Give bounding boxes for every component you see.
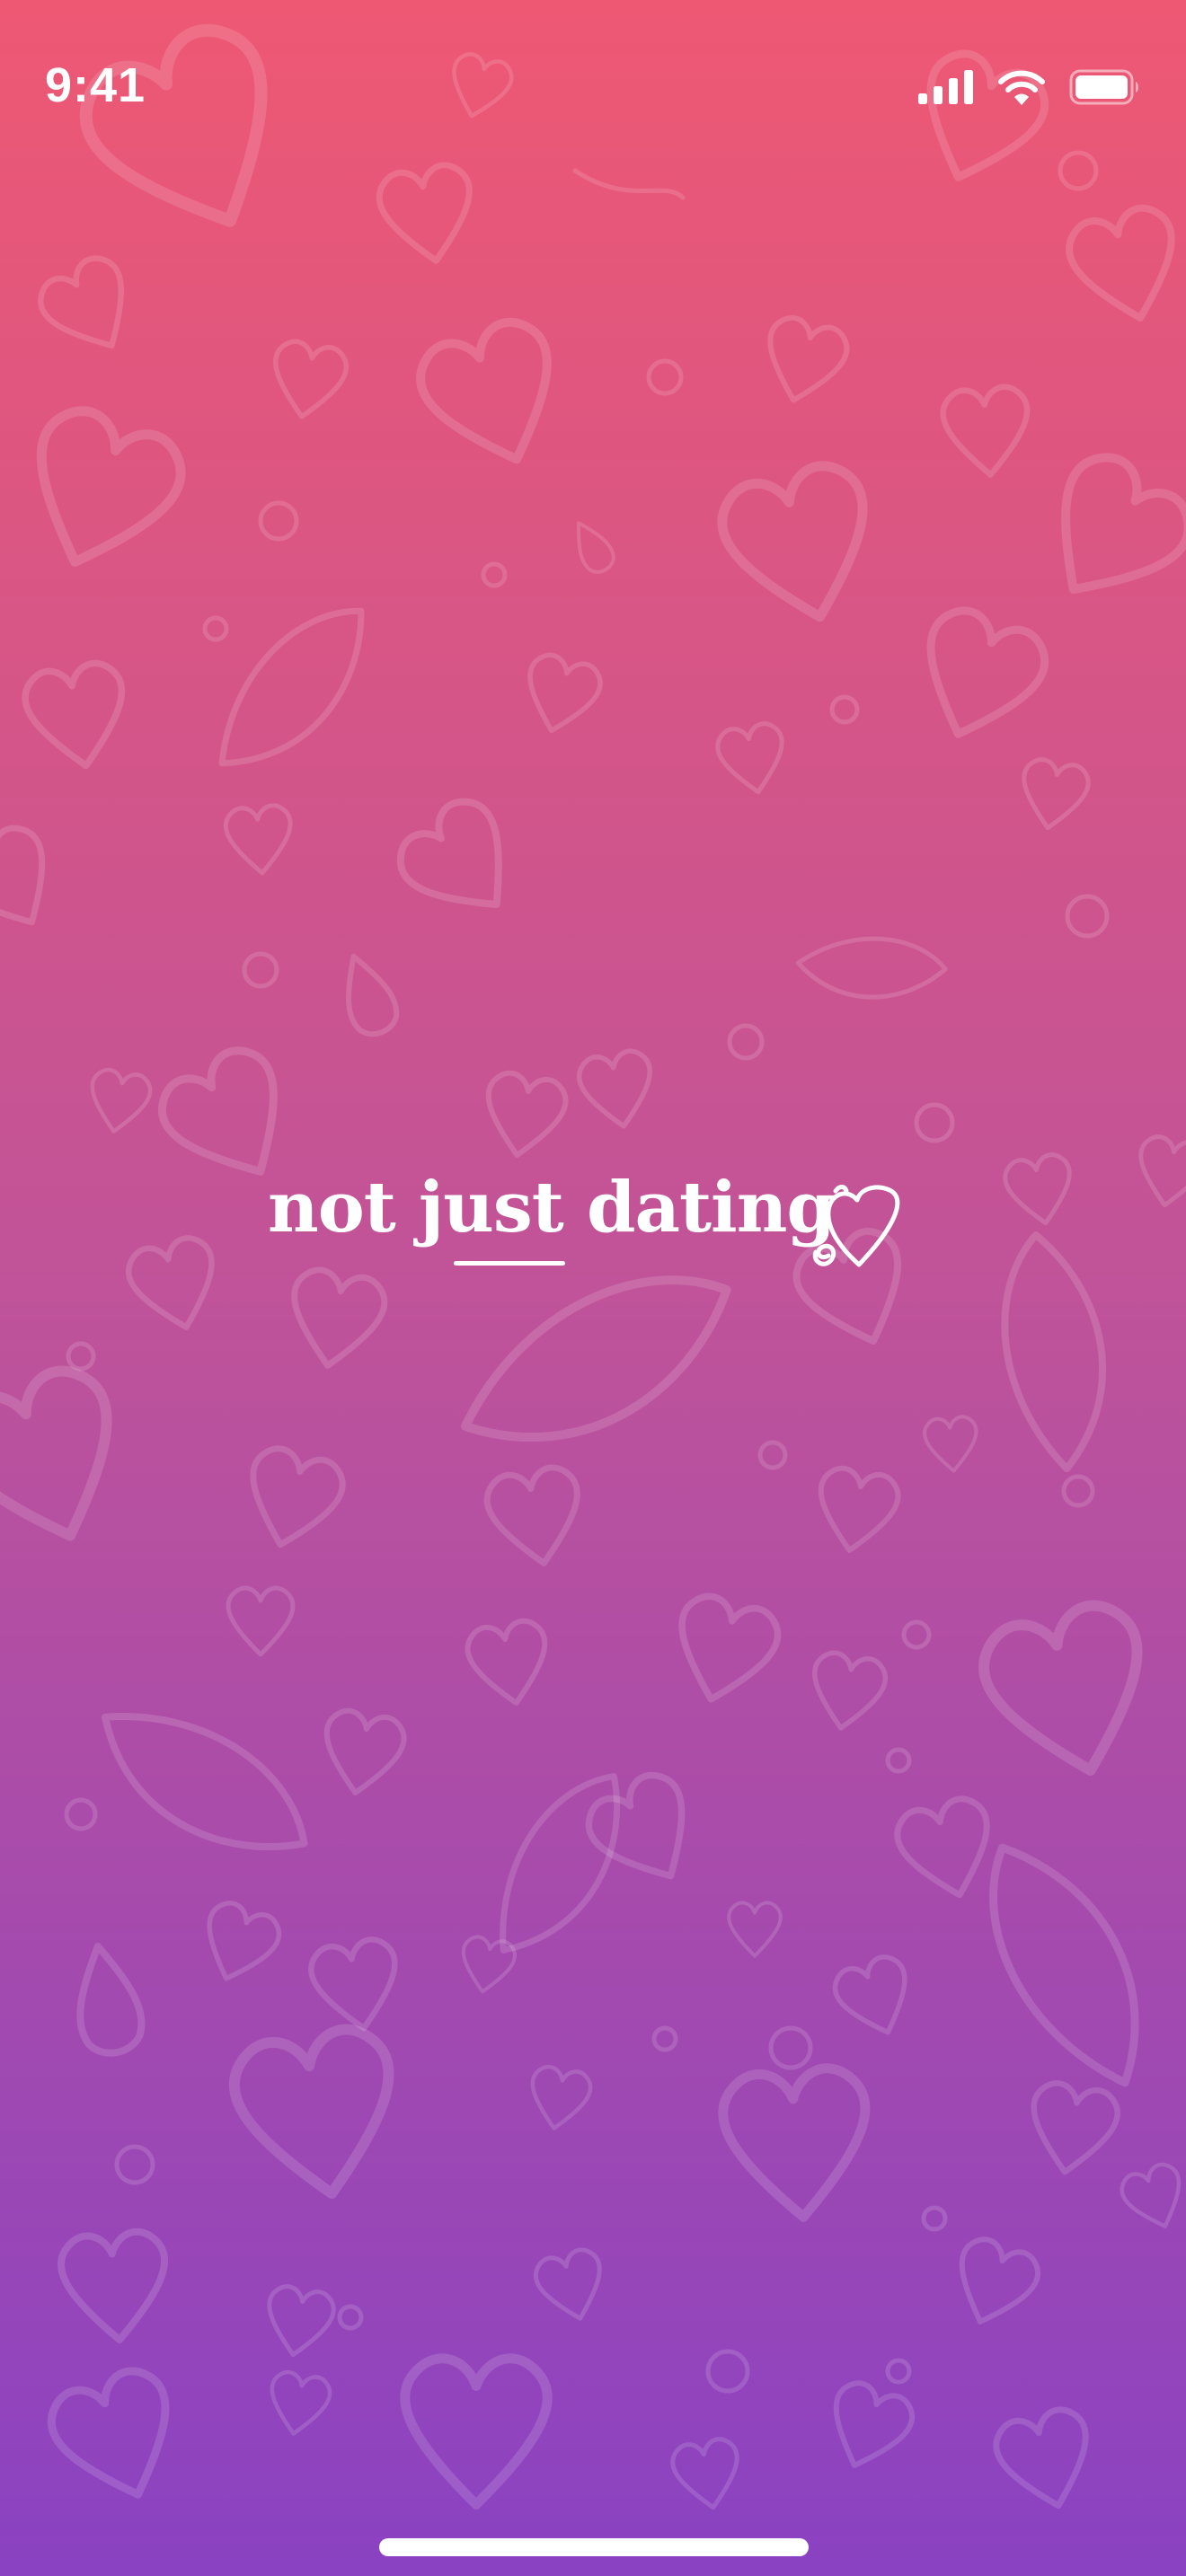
- app-logo: not just dating: [0, 1168, 1186, 1293]
- logo-heart-icon: [812, 1185, 900, 1267]
- cellular-signal-icon: [918, 70, 973, 104]
- splash-screen: 9:41 not just dating: [0, 0, 1186, 2576]
- wifi-icon: [998, 70, 1045, 105]
- battery-icon: [1069, 69, 1138, 105]
- logo-underline: [454, 1261, 565, 1266]
- status-icons: [918, 66, 1141, 108]
- status-time: 9:41: [45, 58, 146, 112]
- logo-wordmark: not just dating: [268, 1167, 836, 1248]
- status-bar: 9:41: [0, 0, 1186, 171]
- home-indicator[interactable]: [379, 2538, 809, 2556]
